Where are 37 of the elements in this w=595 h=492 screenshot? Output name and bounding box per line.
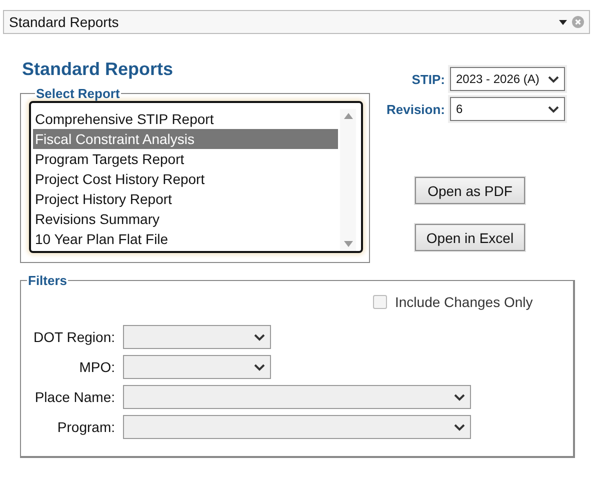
report-type-dropdown[interactable]: Standard Reports	[3, 10, 590, 34]
field-label: Program:	[56, 419, 115, 435]
report-list-item[interactable]: Revisions Summary	[33, 209, 338, 229]
scroll-up-icon[interactable]	[344, 113, 352, 119]
report-list-item[interactable]: 10 Year Plan Flat File	[33, 229, 338, 249]
select-dropdown[interactable]: 2023 - 2026 (A)	[450, 67, 565, 91]
select-dropdown[interactable]	[123, 415, 471, 439]
chevron-down-icon	[254, 334, 265, 340]
checkbox-label: Include Changes Only	[395, 294, 533, 310]
scroll-down-icon[interactable]	[344, 241, 352, 247]
report-list-item[interactable]: Project History Report	[33, 189, 338, 209]
field-label: Place Name:	[34, 389, 115, 405]
field-label: DOT Region:	[32, 329, 115, 345]
field-label: Revision:	[385, 102, 445, 116]
select-dropdown[interactable]	[123, 325, 271, 349]
report-list-item[interactable]: Project Cost History Report	[33, 169, 338, 189]
open-button[interactable]: Open as PDF	[415, 177, 525, 204]
field-label: MPO:	[78, 359, 115, 375]
open-button[interactable]: Open in Excel	[415, 224, 525, 251]
clear-icon[interactable]	[572, 16, 584, 28]
report-listbox[interactable]: Comprehensive STIP Report Fiscal Constraint Analysis Program Targets Report Project Cost History Report Project History Report Revisions Summary 10 Year Plan Flat File	[29, 101, 363, 253]
field-label: STIP:	[410, 72, 445, 86]
panel-legend: Select Report	[35, 86, 121, 101]
panel-legend: Filters	[27, 273, 68, 288]
chevron-down-icon	[254, 364, 265, 370]
report-list-item[interactable]: Comprehensive STIP Report	[33, 109, 338, 129]
page-title: Standard Reports	[22, 59, 174, 81]
chevron-down-icon	[548, 106, 559, 112]
chevron-down-icon	[454, 394, 465, 400]
chevron-down-icon	[454, 424, 465, 430]
select-dropdown[interactable]	[123, 385, 471, 409]
caret-down-icon	[559, 20, 567, 24]
select-dropdown[interactable]	[123, 355, 271, 379]
chevron-down-icon	[548, 76, 559, 82]
select-dropdown[interactable]: 6	[450, 97, 565, 121]
report-list-item[interactable]: Fiscal Constraint Analysis	[33, 129, 338, 149]
report-list-item[interactable]: Program Targets Report	[33, 149, 338, 169]
